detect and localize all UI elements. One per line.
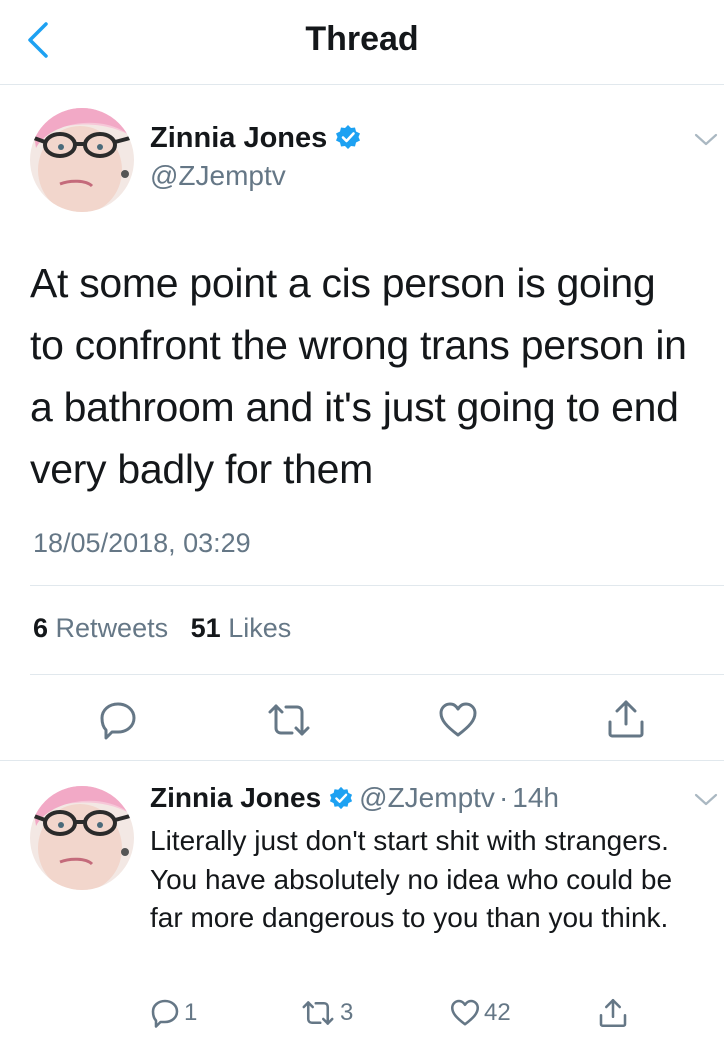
author-handle[interactable]: @ZJemptv — [150, 160, 286, 192]
tweet-options-button[interactable] — [694, 132, 718, 153]
retweet-count: 3 — [340, 999, 354, 1026]
reply-avatar[interactable] — [30, 786, 134, 890]
tweet-timestamp: 18/05/2018, 03:29 — [33, 528, 251, 558]
reply-options-button[interactable] — [694, 792, 718, 813]
author-name-text: Zinnia Jones — [150, 122, 328, 154]
page-title: Thread — [305, 20, 419, 58]
reply-button[interactable] — [98, 700, 138, 745]
share-icon — [608, 700, 644, 738]
likes-count: 51 — [190, 613, 221, 643]
reply-time: 14h — [512, 782, 559, 813]
share-icon — [599, 998, 627, 1028]
retweets-stat[interactable]: 6 Retweets — [33, 613, 168, 643]
reply-reply-button[interactable]: 1 — [150, 996, 197, 1030]
divider — [30, 585, 724, 586]
like-count: 42 — [484, 999, 511, 1026]
nav-header: Thread — [0, 0, 724, 85]
like-icon — [450, 999, 480, 1026]
likes-stat[interactable]: 51 Likes — [191, 613, 292, 643]
reply-author-handle[interactable]: @ZJemptv — [359, 782, 495, 813]
chevron-down-icon — [694, 793, 718, 806]
verified-badge-icon — [336, 125, 361, 149]
divider — [0, 760, 724, 761]
retweet-button[interactable] — [266, 700, 312, 745]
retweets-label: Retweets — [55, 613, 169, 643]
retweet-icon — [268, 704, 310, 736]
reply-count: 1 — [184, 999, 198, 1026]
reply-separator: · — [498, 782, 509, 813]
reply-share-button[interactable] — [598, 996, 628, 1030]
reply-text: Literally just don't start shit with str… — [150, 825, 673, 933]
retweet-icon — [302, 1001, 334, 1025]
like-button[interactable] — [438, 700, 478, 745]
like-icon — [439, 702, 477, 737]
share-button[interactable] — [606, 698, 646, 745]
likes-label: Likes — [228, 613, 292, 643]
avatar[interactable] — [30, 108, 134, 212]
reply-icon — [100, 702, 136, 740]
chevron-down-icon — [694, 133, 718, 146]
retweets-count: 6 — [33, 613, 49, 643]
reply-retweet-button[interactable]: 3 — [300, 996, 353, 1030]
reply-header: Zinnia Jones @ZJemptv · 14h — [150, 782, 559, 814]
reply-icon — [151, 999, 179, 1028]
reply-author-name[interactable]: Zinnia Jones — [150, 782, 321, 813]
verified-badge-icon — [330, 786, 353, 810]
divider — [30, 674, 724, 675]
tweet-stats: 6 Retweets 51 Likes — [33, 613, 291, 644]
author-name[interactable]: Zinnia Jones — [150, 122, 361, 155]
reply-like-button[interactable]: 42 — [450, 996, 511, 1030]
tweet-text: At some point a cis person is going to c… — [30, 260, 687, 492]
